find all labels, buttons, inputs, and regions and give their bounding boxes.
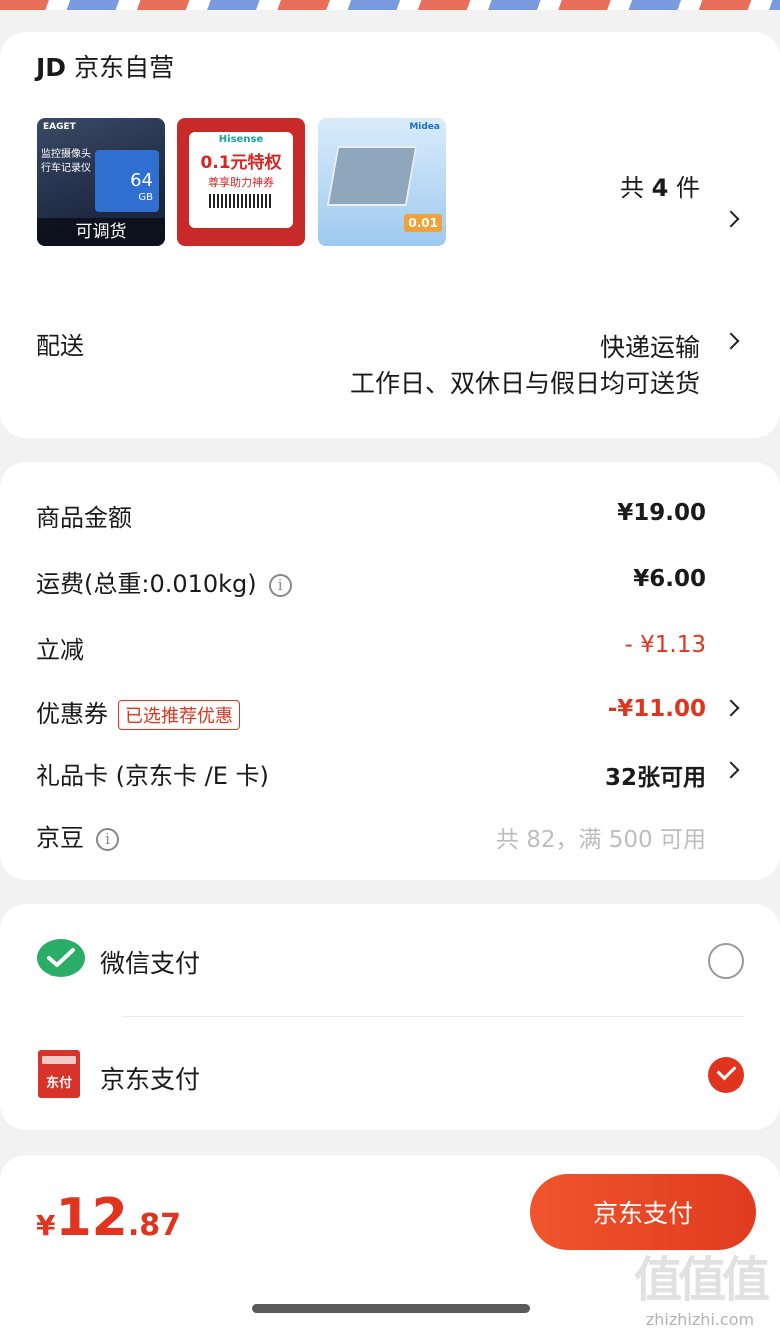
watermark: 值值值 zhizhizhi.com: [633, 1252, 770, 1329]
divider: [122, 1016, 744, 1017]
wechat-pay-label: 微信支付: [100, 949, 201, 978]
payment-option-jdpay[interactable]: 东付 京东支付: [0, 1024, 780, 1124]
price-tag: 0.01: [404, 214, 442, 232]
delivery-label: 配送: [36, 332, 84, 360]
info-icon[interactable]: i: [268, 573, 292, 597]
sdcard-graphic: 64 GB: [95, 150, 159, 212]
wechat-pay-icon: [37, 939, 85, 977]
floorplan-graphic: [326, 146, 418, 206]
jd-pay-label: 京东支付: [100, 1065, 201, 1094]
order-total: ¥12.87: [36, 1188, 182, 1248]
jingdou-value: 共 82，满 500 可用: [495, 827, 706, 853]
jd-logo: JD: [36, 53, 67, 82]
barcode-graphic: [209, 194, 273, 208]
thumb-overlay-label: 可调货: [37, 218, 165, 246]
payment-option-wechat[interactable]: 微信支付: [0, 910, 780, 1010]
store-title: JD 京东自营: [36, 48, 174, 84]
coupon-card: Hisense 0.1元特权 尊享助力神券: [189, 132, 293, 228]
delivery-note: 工作日、双休日与假日均可送货: [349, 369, 700, 398]
coupon-value[interactable]: -¥11.00: [608, 696, 706, 722]
store-name: 京东自营: [74, 53, 175, 82]
wechat-pay-radio[interactable]: [708, 943, 744, 979]
delivery-method[interactable]: 快递运输: [600, 328, 700, 364]
airmail-stripe: [0, 0, 780, 10]
goods-amount-value: ¥19.00: [617, 500, 706, 526]
shipping-label: 运费(总重:0.010kg) i: [36, 564, 292, 599]
jd-pay-icon: 东付: [38, 1050, 80, 1098]
jingdou-label: 京豆 i: [36, 818, 119, 853]
jd-pay-radio-checked[interactable]: [708, 1057, 744, 1093]
discount-label: 立减: [36, 636, 84, 664]
discount-value: - ¥1.13: [624, 632, 706, 658]
goods-amount-label: 商品金额: [36, 504, 132, 532]
item-count[interactable]: 共 4 件: [620, 168, 700, 203]
coupon-badge: 已选推荐优惠: [118, 700, 240, 730]
thumb-lines: 监控摄像头 行车记录仪: [41, 149, 91, 174]
product-thumb-aircon[interactable]: Midea 0.01: [318, 118, 446, 246]
coupon-label[interactable]: 优惠券 已选推荐优惠: [36, 694, 240, 730]
giftcard-label[interactable]: 礼品卡 (京东卡 /E 卡): [36, 756, 269, 791]
thumb-brand: EAGET: [43, 122, 76, 132]
product-thumb-coupon[interactable]: Hisense 0.1元特权 尊享助力神券: [177, 118, 305, 246]
info-icon[interactable]: i: [96, 827, 119, 851]
shipping-value: ¥6.00: [633, 566, 706, 592]
home-indicator[interactable]: [252, 1304, 530, 1313]
product-thumb-sdcard[interactable]: EAGET 监控摄像头 行车记录仪 64 GB 可调货: [37, 118, 165, 246]
giftcard-value[interactable]: 32张可用: [605, 758, 706, 792]
submit-pay-button[interactable]: 京东支付: [530, 1174, 756, 1250]
